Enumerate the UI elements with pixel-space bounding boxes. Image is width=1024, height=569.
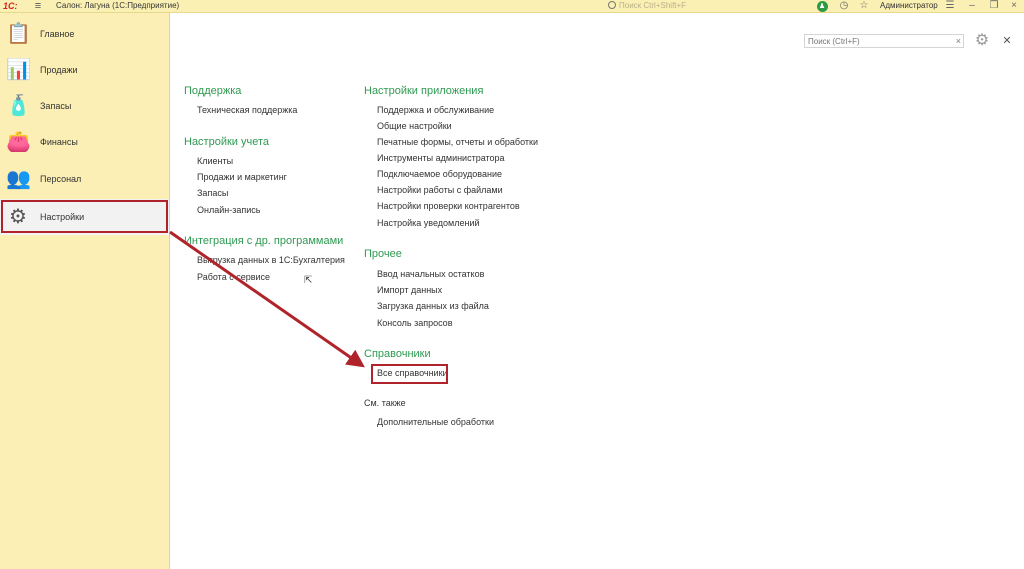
- main-menu-icon[interactable]: ≡: [32, 0, 44, 12]
- clipboard-icon: 📋: [6, 23, 31, 45]
- arrow-line: [169, 230, 365, 368]
- panel-settings-icon[interactable]: ⚙: [972, 32, 992, 50]
- sidebar-item-staff[interactable]: 👥 Персонал: [0, 161, 169, 197]
- link-data-import[interactable]: Импорт данных: [377, 285, 442, 295]
- settings-highlight-frame: [1, 200, 168, 233]
- link-support-maintenance[interactable]: Поддержка и обслуживание: [377, 105, 494, 115]
- sidebar-item-label: Продажи: [40, 65, 78, 75]
- link-load-from-file[interactable]: Загрузка данных из файла: [377, 301, 489, 311]
- section-title-app-settings: Настройки приложения: [364, 85, 484, 97]
- content-search-input[interactable]: [805, 35, 949, 47]
- link-initial-balances[interactable]: Ввод начальных остатков: [377, 269, 484, 279]
- link-query-console[interactable]: Консоль запросов: [377, 318, 452, 328]
- section-title-accounting-settings: Настройки учета: [184, 136, 270, 148]
- minimize-icon[interactable]: –: [966, 0, 978, 12]
- sidebar-item-stock[interactable]: 🧴 Запасы: [0, 88, 169, 124]
- link-export-accounting[interactable]: Выгрузка данных в 1С:Бухгалтерия: [197, 255, 345, 265]
- sidebar-item-label: Персонал: [40, 174, 82, 184]
- link-print-forms[interactable]: Печатные формы, отчеты и обработки: [377, 137, 538, 147]
- search-icon: [608, 0, 616, 9]
- all-catalogs-highlight-frame: [371, 364, 448, 384]
- sections-panel: 📋 Главное 📊 Продажи 🧴 Запасы 👛 Финансы 👥…: [0, 13, 170, 569]
- title-bar: 1С: ≡ Салон: Лагуна (1С:Предприятие) Пои…: [0, 0, 1024, 13]
- sidebar-item-main[interactable]: 📋 Главное: [0, 16, 169, 52]
- app-title: Салон: Лагуна (1С:Предприятие): [56, 1, 180, 10]
- section-title-other: Прочее: [364, 248, 402, 260]
- link-notification-settings[interactable]: Настройка уведомлений: [377, 218, 480, 228]
- sidebar-item-sales[interactable]: 📊 Продажи: [0, 52, 169, 88]
- wallet-icon: 👛: [6, 131, 31, 153]
- section-title-integration: Интеграция с др. программами: [184, 235, 344, 247]
- link-general-settings[interactable]: Общие настройки: [377, 121, 452, 131]
- section-title-catalogs: Справочники: [364, 348, 431, 360]
- content-search-field[interactable]: ×: [804, 34, 964, 48]
- user-name[interactable]: Администратор: [880, 0, 938, 12]
- people-icon: 👥: [6, 168, 31, 190]
- link-clients[interactable]: Клиенты: [197, 156, 233, 166]
- link-service-work[interactable]: Работа с сервисе: [197, 272, 270, 282]
- sidebar-item-label: Финансы: [40, 137, 78, 147]
- section-title-see-also: См. также: [364, 398, 406, 408]
- sidebar-item-finance[interactable]: 👛 Финансы: [0, 124, 169, 160]
- clear-search-icon[interactable]: ×: [956, 35, 961, 47]
- link-counterparty-check[interactable]: Настройки проверки контрагентов: [377, 201, 520, 211]
- close-window-icon[interactable]: ×: [1008, 0, 1020, 12]
- section-title-support: Поддержка: [184, 85, 242, 97]
- sales-chart-icon: 📊: [6, 59, 31, 81]
- notifications-icon[interactable]: ♟: [815, 0, 829, 12]
- mouse-cursor-icon: ⇱: [304, 275, 313, 286]
- link-additional-processing[interactable]: Дополнительные обработки: [377, 417, 494, 427]
- link-stock[interactable]: Запасы: [197, 188, 228, 198]
- link-file-settings[interactable]: Настройки работы с файлами: [377, 185, 503, 195]
- link-tech-support[interactable]: Техническая поддержка: [197, 105, 297, 115]
- history-icon[interactable]: ◷: [838, 0, 850, 12]
- global-search[interactable]: Поиск Ctrl+Shift+F: [608, 0, 788, 12]
- link-sales-marketing[interactable]: Продажи и маркетинг: [197, 172, 287, 182]
- close-form-icon[interactable]: ✕: [1000, 33, 1014, 49]
- link-online-booking[interactable]: Онлайн-запись: [197, 205, 260, 215]
- favorites-icon[interactable]: ☆: [858, 0, 870, 12]
- sidebar-item-label: Главное: [40, 29, 75, 39]
- global-search-placeholder: Поиск Ctrl+Shift+F: [619, 1, 687, 10]
- settings-menu-icon[interactable]: ☰: [944, 0, 956, 12]
- restore-icon[interactable]: ❐: [988, 0, 1000, 12]
- link-admin-tools[interactable]: Инструменты администратора: [377, 153, 505, 163]
- stock-icon: 🧴: [6, 95, 31, 117]
- sidebar-item-label: Запасы: [40, 101, 72, 111]
- 1c-logo: 1С:: [3, 1, 18, 11]
- link-connected-equipment[interactable]: Подключаемое оборудование: [377, 169, 502, 179]
